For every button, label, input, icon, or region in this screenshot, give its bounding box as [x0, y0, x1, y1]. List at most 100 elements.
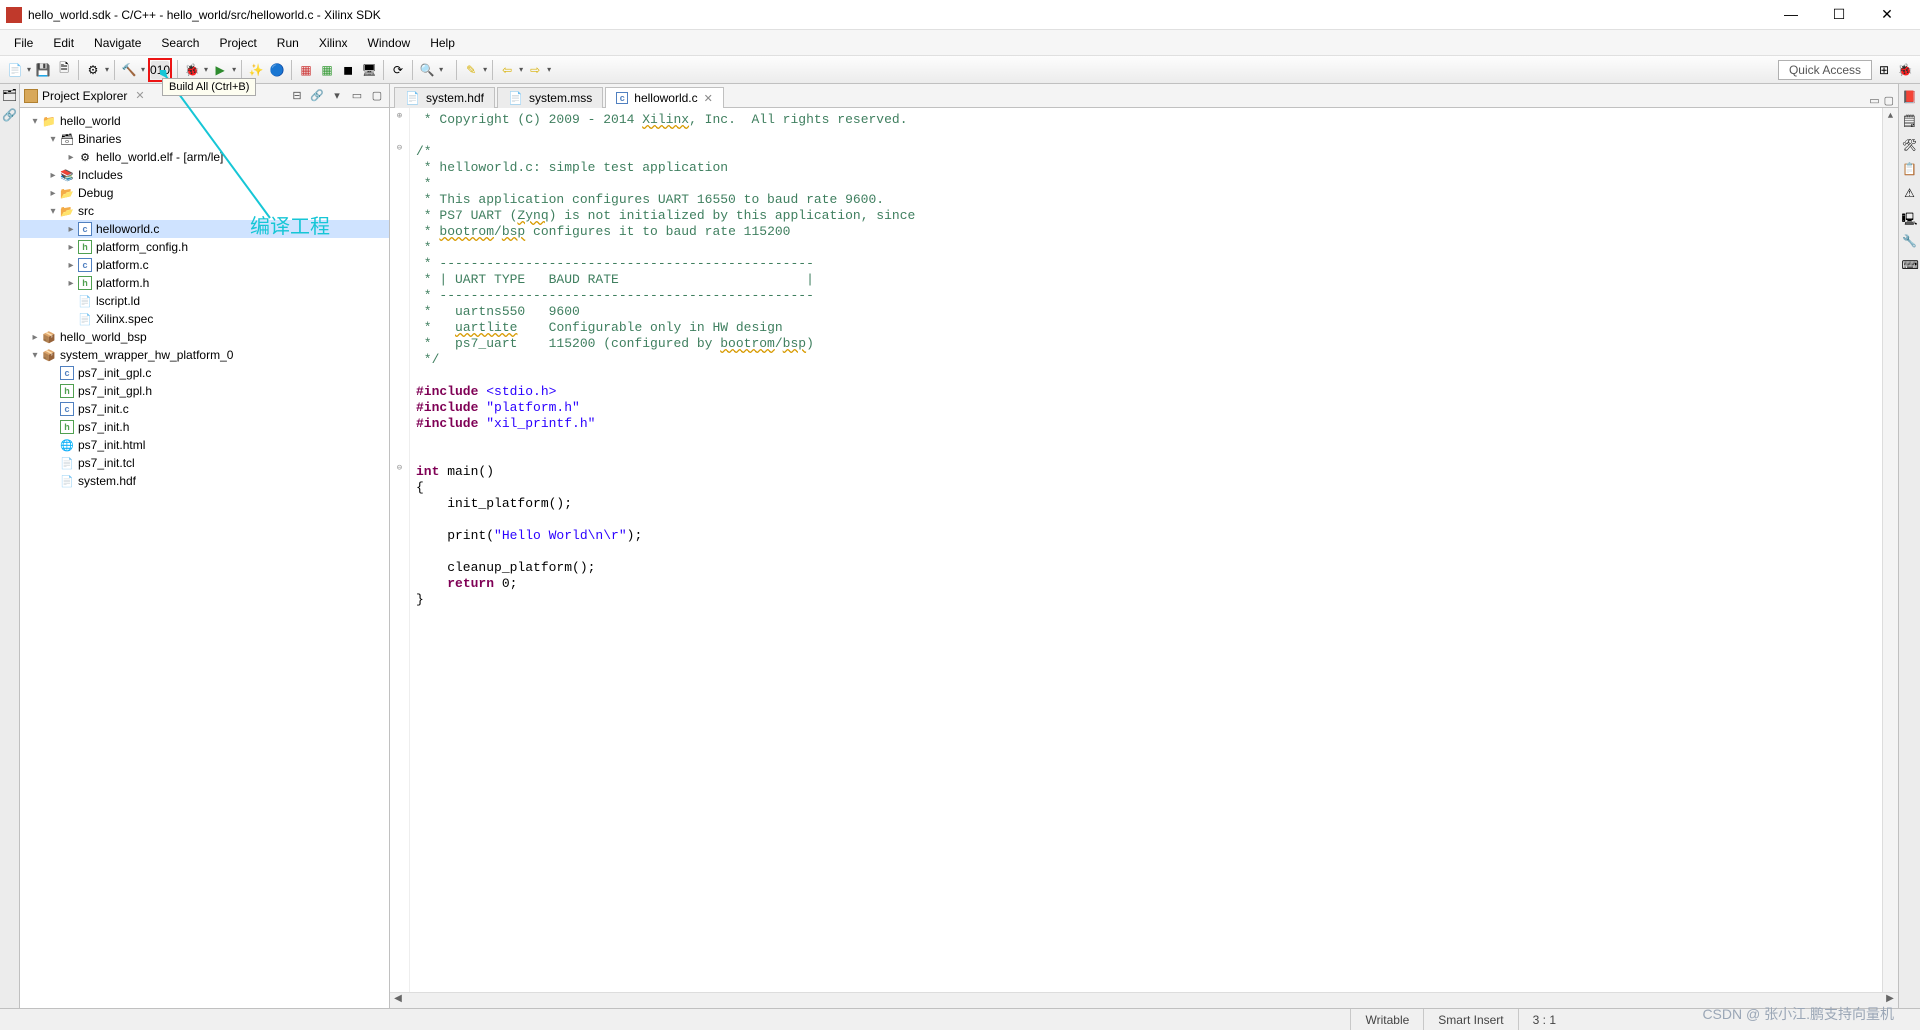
refresh-icon[interactable]: ⟳ [389, 61, 407, 79]
link-editor-icon[interactable]: 🔗 [309, 89, 325, 102]
view-menu-icon[interactable]: ▾ [329, 89, 345, 102]
tree-item[interactable]: cps7_init.c [20, 400, 389, 418]
pdf-icon[interactable]: 📕 [1902, 90, 1918, 106]
tree-item[interactable]: ▾🗃Binaries [20, 130, 389, 148]
tree-item[interactable]: ▸chelloworld.c [20, 220, 389, 238]
tree-item[interactable]: ▸hplatform.h [20, 274, 389, 292]
tree-label: ps7_init.tcl [78, 456, 135, 470]
tree-item[interactable]: hps7_init_gpl.h [20, 382, 389, 400]
console-icon[interactable]: 🖳 [1902, 210, 1918, 226]
tree-item[interactable]: ▸⚙hello_world.elf - [arm/le] [20, 148, 389, 166]
menu-help[interactable]: Help [422, 33, 463, 53]
menu-navigate[interactable]: Navigate [86, 33, 149, 53]
perspective-cpp-icon[interactable]: ⊞ [1875, 61, 1893, 79]
project-tree[interactable]: ▾📁hello_world▾🗃Binaries▸⚙hello_world.elf… [20, 108, 389, 1008]
expand-icon[interactable]: ▸ [64, 260, 78, 271]
expand-icon[interactable]: ▾ [28, 350, 42, 361]
save-all-icon[interactable]: 🗎 [55, 61, 73, 79]
outline2-icon[interactable]: 🗒 [1902, 114, 1918, 130]
expand-icon[interactable]: ▾ [46, 134, 60, 145]
menu-xilinx[interactable]: Xilinx [311, 33, 356, 53]
expand-icon[interactable]: ▸ [46, 188, 60, 199]
perspective-debug-icon[interactable]: 🐞 [1896, 61, 1914, 79]
expand-icon[interactable]: ▸ [64, 224, 78, 235]
expand-icon[interactable]: ▾ [28, 116, 42, 127]
minimize-button[interactable]: — [1776, 6, 1806, 23]
code-editor[interactable]: ⊕⊖⊖ * Copyright (C) 2009 - 2014 Xilinx, … [390, 108, 1898, 992]
tree-item[interactable]: ▾📦system_wrapper_hw_platform_0 [20, 346, 389, 364]
collapse-all-icon[interactable]: ⊟ [289, 89, 305, 102]
bullet-icon[interactable]: 🔵 [268, 61, 286, 79]
editor-tab[interactable]: chelloworld.c✕ [605, 87, 724, 108]
editor-tab[interactable]: 📄system.hdf [394, 87, 495, 108]
tree-item[interactable]: 📄system.hdf [20, 472, 389, 490]
chip-icon[interactable]: ◼ [339, 61, 357, 79]
generate-icon[interactable]: ⚙ [84, 61, 102, 79]
tasks-icon[interactable]: 📋 [1902, 162, 1918, 178]
editor-maximize-icon[interactable]: ▢ [1884, 94, 1894, 107]
fold-gutter[interactable]: ⊕⊖⊖ [390, 108, 410, 992]
tree-item[interactable]: ▾📁hello_world [20, 112, 389, 130]
tree-item[interactable]: hps7_init.h [20, 418, 389, 436]
grid2-icon[interactable]: ▦ [318, 61, 336, 79]
close-view-icon[interactable]: ✕ [135, 89, 144, 102]
tree-item[interactable]: 📄ps7_init.tcl [20, 454, 389, 472]
expand-icon[interactable]: ▸ [28, 332, 42, 343]
horizontal-scrollbar[interactable]: ◀▶ [390, 992, 1898, 1008]
menu-window[interactable]: Window [360, 33, 419, 53]
vertical-scrollbar[interactable]: ▲ [1882, 108, 1898, 992]
project-explorer-tab[interactable]: Project Explorer ✕ [24, 89, 145, 103]
file-icon: 📦 [42, 330, 56, 344]
expand-icon[interactable]: ▾ [46, 206, 60, 217]
tree-item[interactable]: ▸hplatform_config.h [20, 238, 389, 256]
tree-item[interactable]: ▾📂src [20, 202, 389, 220]
menu-run[interactable]: Run [269, 33, 307, 53]
close-tab-icon[interactable]: ✕ [704, 92, 713, 105]
tree-item[interactable]: ▸📂Debug [20, 184, 389, 202]
tab-label: helloworld.c [634, 91, 697, 105]
outline-icon[interactable]: 🗂 [2, 88, 17, 102]
grid1-icon[interactable]: ▦ [297, 61, 315, 79]
tree-item[interactable]: 🌐ps7_init.html [20, 436, 389, 454]
tree-item[interactable]: 📄lscript.ld [20, 292, 389, 310]
close-button[interactable]: ✕ [1872, 6, 1902, 23]
menu-edit[interactable]: Edit [45, 33, 82, 53]
menu-project[interactable]: Project [211, 33, 264, 53]
forward-icon[interactable]: ⇨ [526, 61, 544, 79]
maximize-view-icon[interactable]: ▢ [369, 89, 385, 102]
search-icon[interactable]: 🔍 [418, 61, 436, 79]
make-icon[interactable]: 🛠 [1902, 138, 1918, 154]
folder-icon [24, 89, 38, 103]
tree-item[interactable]: ▸📦hello_world_bsp [20, 328, 389, 346]
expand-icon[interactable]: ▸ [64, 242, 78, 253]
save-icon[interactable]: 💾 [34, 61, 52, 79]
connections-icon[interactable]: 🔗 [2, 108, 17, 122]
menu-search[interactable]: Search [153, 33, 207, 53]
highlight-icon[interactable]: ✎ [462, 61, 480, 79]
code-area[interactable]: * Copyright (C) 2009 - 2014 Xilinx, Inc.… [410, 108, 1882, 992]
tree-item[interactable]: ▸📚Includes [20, 166, 389, 184]
minimize-view-icon[interactable]: ▭ [349, 89, 365, 102]
monitor-icon[interactable]: 🖥 [360, 61, 378, 79]
menu-file[interactable]: File [6, 33, 41, 53]
maximize-button[interactable]: ☐ [1824, 6, 1854, 23]
magic-wand-icon[interactable]: ✨ [247, 61, 265, 79]
problems-icon[interactable]: ⚠ [1902, 186, 1918, 202]
expand-icon[interactable]: ▸ [64, 152, 78, 163]
run-icon[interactable]: ▶ [211, 61, 229, 79]
properties-icon[interactable]: 🔧 [1902, 234, 1918, 250]
tree-label: Binaries [78, 132, 121, 146]
editor-tab[interactable]: 📄system.mss [497, 87, 603, 108]
expand-icon[interactable]: ▸ [64, 278, 78, 289]
back-icon[interactable]: ⇦ [498, 61, 516, 79]
debug-config-icon[interactable]: 🐞 [183, 61, 201, 79]
tree-item[interactable]: ▸cplatform.c [20, 256, 389, 274]
expand-icon[interactable]: ▸ [46, 170, 60, 181]
hammer-icon[interactable]: 🔨 [120, 61, 138, 79]
editor-minimize-icon[interactable]: ▭ [1869, 94, 1879, 107]
tree-item[interactable]: 📄Xilinx.spec [20, 310, 389, 328]
new-icon[interactable]: 📄 [6, 61, 24, 79]
quick-access-field[interactable]: Quick Access [1778, 60, 1872, 80]
terminal-icon[interactable]: ⌨ [1902, 258, 1918, 274]
tree-item[interactable]: cps7_init_gpl.c [20, 364, 389, 382]
